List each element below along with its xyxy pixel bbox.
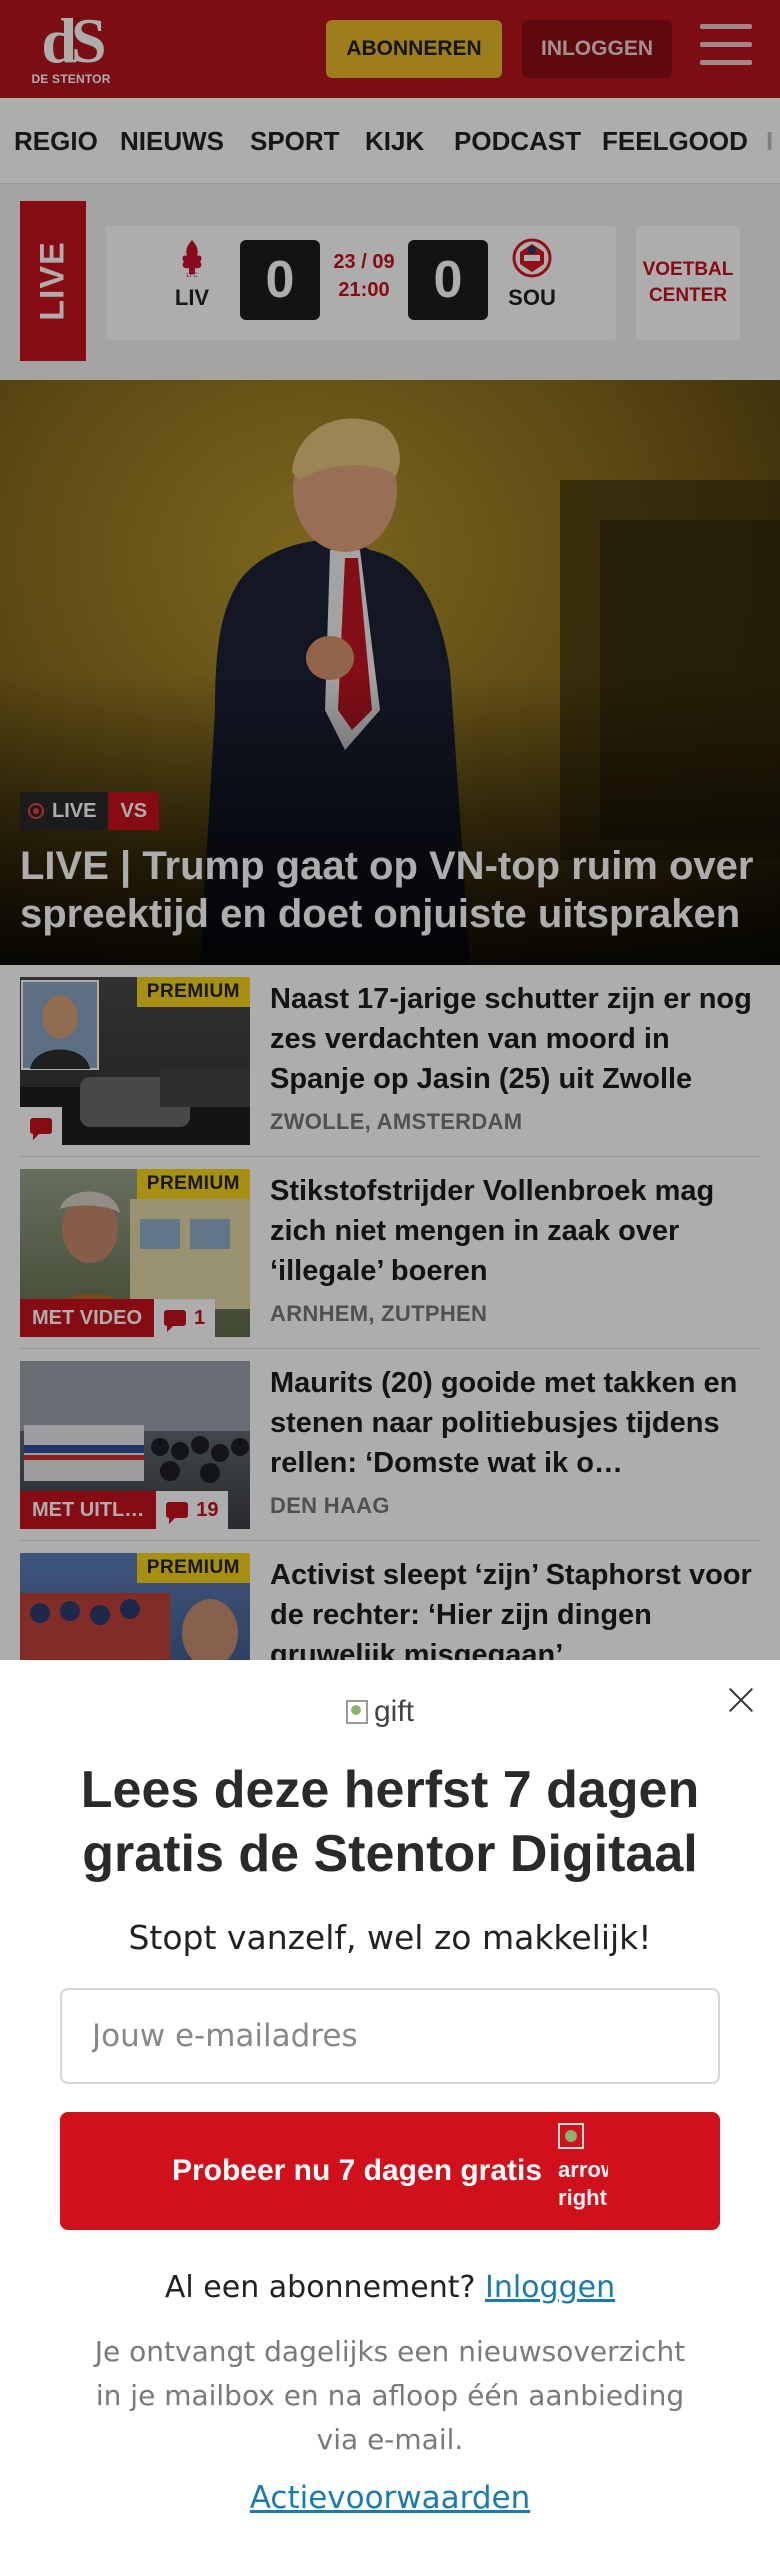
- modal-subtitle: Stopt vanzelf, wel zo makkelijk!: [128, 1918, 652, 1957]
- subscription-modal: gift Lees deze herfst 7 dagen gratis de …: [0, 1660, 780, 2560]
- modal-title: Lees deze herfst 7 dagen gratis de Stent…: [80, 1761, 700, 1883]
- email-field[interactable]: [60, 1988, 720, 2084]
- gift-image: gift: [346, 1692, 414, 1732]
- info-text: Je ontvangt dagelijks een nieuwsoverzich…: [94, 2335, 686, 2456]
- page-overlay: [0, 0, 780, 1660]
- arrow-icon-alt: arrow-right: [558, 2157, 608, 2210]
- trial-cta-label: Probeer nu 7 dagen gratis: [171, 2154, 543, 2187]
- login-prompt-text: Al een abonnement?: [164, 2270, 476, 2305]
- login-prompt: Al een abonnement? Inloggen: [40, 2270, 740, 2305]
- login-link[interactable]: Inloggen: [485, 2270, 615, 2305]
- gift-alt-text: gift: [374, 1695, 415, 1728]
- terms-link[interactable]: Actievoorwaarden: [40, 2480, 740, 2516]
- broken-image-icon: [346, 1700, 368, 1724]
- arrow-right-icon: arrow-right: [558, 2123, 608, 2219]
- close-icon[interactable]: [724, 1682, 758, 1716]
- trial-cta-button[interactable]: Probeer nu 7 dagen gratis arrow-right: [60, 2112, 720, 2230]
